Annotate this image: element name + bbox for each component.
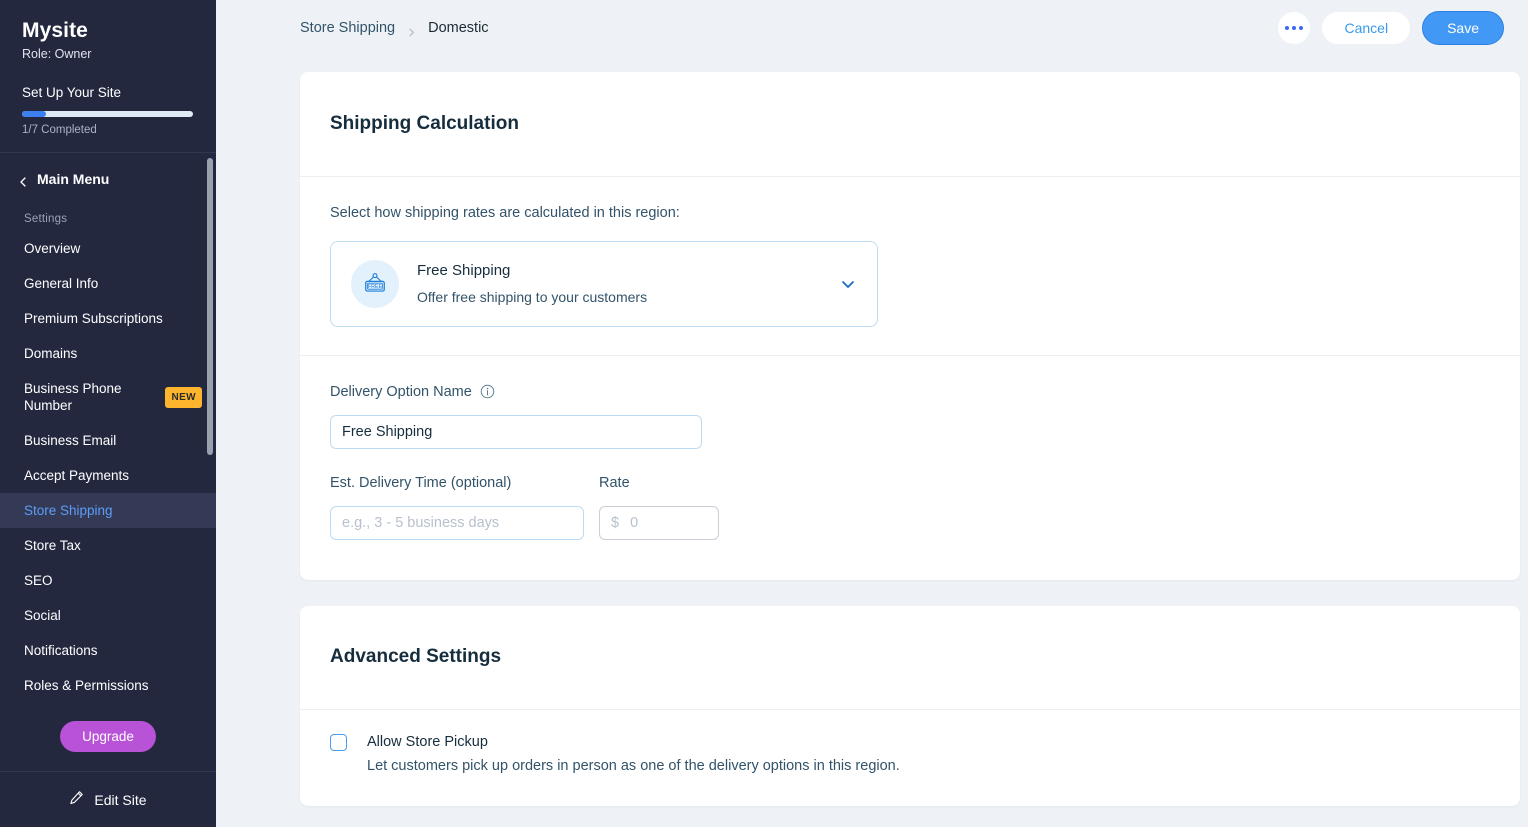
- delivery-time-input[interactable]: [330, 506, 584, 540]
- pencil-icon: [69, 790, 84, 810]
- upgrade-button[interactable]: Upgrade: [60, 721, 156, 752]
- sidebar-item-label: Store Shipping: [24, 502, 113, 519]
- sidebar-item-label: Business Phone Number: [24, 380, 157, 414]
- breadcrumb: Store Shipping Domestic: [300, 20, 489, 36]
- sidebar-item-label: Store Tax: [24, 537, 81, 554]
- shipping-calculation-body: Select how shipping rates are calculated…: [300, 177, 1520, 355]
- delivery-time-field: Est. Delivery Time (optional): [330, 473, 584, 540]
- sidebar-item-business-email[interactable]: Business Email: [0, 423, 216, 458]
- sidebar-item-label: Accept Payments: [24, 467, 129, 484]
- sidebar-item-store-shipping[interactable]: Store Shipping: [0, 493, 216, 528]
- delivery-option-name-input[interactable]: [330, 415, 702, 449]
- sidebar-item-label: Domains: [24, 345, 77, 362]
- sidebar-item-label: General Info: [24, 275, 98, 292]
- sidebar-nav-list: Overview General Info Premium Subscription…: [0, 231, 216, 703]
- allow-store-pickup-description: Let customers pick up orders in person a…: [367, 756, 1490, 776]
- setup-progress-fill: [22, 111, 46, 117]
- allow-store-pickup-texts: Allow Store Pickup Let customers pick up…: [367, 732, 1490, 776]
- sidebar-item-seo[interactable]: SEO: [0, 563, 216, 598]
- sidebar-edit-site-button[interactable]: Edit Site: [0, 771, 216, 827]
- setup-your-site-label[interactable]: Set Up Your Site: [22, 84, 194, 102]
- sidebar-item-label: SEO: [24, 572, 53, 589]
- sidebar-item-domains[interactable]: Domains: [0, 336, 216, 371]
- sidebar-item-notifications[interactable]: Notifications: [0, 633, 216, 668]
- sidebar-item-social[interactable]: Social: [0, 598, 216, 633]
- page-title: Shipping Calculation: [330, 112, 1490, 136]
- rate-value: 0: [630, 515, 638, 531]
- svg-text:FREE: FREE: [368, 283, 383, 289]
- site-role: Role: Owner: [22, 46, 194, 62]
- sidebar-item-overview[interactable]: Overview: [0, 231, 216, 266]
- ellipsis-icon: [1285, 26, 1303, 30]
- delivery-option-name-label-row: Delivery Option Name: [330, 382, 1490, 402]
- setup-progress-bar: [22, 111, 193, 117]
- delivery-option-form: Delivery Option Name Est. Delive: [300, 356, 1520, 580]
- app-root: Mysite Role: Owner Set Up Your Site 1/7 …: [0, 0, 1528, 827]
- sidebar: Mysite Role: Owner Set Up Your Site 1/7 …: [0, 0, 216, 827]
- sidebar-item-roles-permissions[interactable]: Roles & Permissions: [0, 668, 216, 703]
- shipping-calculation-card: Shipping Calculation Select how shipping…: [300, 72, 1520, 580]
- setup-progress-text: 1/7 Completed: [22, 124, 194, 136]
- sidebar-item-label: Roles & Permissions: [24, 677, 149, 694]
- chevron-left-icon: [18, 174, 28, 184]
- currency-symbol: $: [611, 515, 619, 531]
- upgrade-button-wrap: Upgrade: [0, 703, 216, 766]
- free-shipping-option-title: Free Shipping: [417, 261, 821, 281]
- cancel-button[interactable]: Cancel: [1322, 12, 1410, 44]
- shipping-calculation-header: Shipping Calculation: [300, 72, 1520, 177]
- sidebar-item-business-phone-number[interactable]: Business Phone Number NEW: [0, 371, 216, 423]
- sidebar-item-label: Notifications: [24, 642, 98, 659]
- edit-site-label: Edit Site: [94, 792, 146, 808]
- top-bar-actions: Cancel Save: [1278, 11, 1504, 45]
- more-options-button[interactable]: [1278, 12, 1310, 44]
- sidebar-item-accept-payments[interactable]: Accept Payments: [0, 458, 216, 493]
- allow-store-pickup-checkbox[interactable]: [330, 734, 347, 751]
- free-shipping-option-texts: Free Shipping Offer free shipping to you…: [417, 261, 821, 306]
- allow-store-pickup-label: Allow Store Pickup: [367, 732, 1490, 752]
- sidebar-group-label-settings: Settings: [0, 193, 216, 231]
- sidebar-item-label: Business Email: [24, 432, 116, 449]
- sidebar-item-label: Social: [24, 607, 61, 624]
- sidebar-back-to-main-menu[interactable]: Main Menu: [0, 165, 216, 193]
- sidebar-nav-scroll: Main Menu Settings Overview General Info P…: [0, 153, 216, 771]
- main-area: Store Shipping Domestic Cancel Save: [216, 0, 1528, 827]
- delivery-time-label: Est. Delivery Time (optional): [330, 473, 584, 493]
- sidebar-item-premium-subscriptions[interactable]: Premium Subscriptions: [0, 301, 216, 336]
- delivery-option-name-label: Delivery Option Name: [330, 382, 472, 402]
- advanced-settings-body: Allow Store Pickup Let customers pick up…: [300, 710, 1520, 806]
- rate-label: Rate: [599, 473, 719, 493]
- info-icon[interactable]: [480, 384, 495, 399]
- calculation-instruction: Select how shipping rates are calculated…: [330, 203, 1490, 223]
- breadcrumb-parent-link[interactable]: Store Shipping: [300, 20, 395, 36]
- advanced-settings-header: Advanced Settings: [300, 606, 1520, 711]
- sidebar-item-label: Overview: [24, 240, 80, 257]
- sidebar-header: Mysite Role: Owner Set Up Your Site 1/7 …: [0, 0, 216, 152]
- delivery-time-and-rate-row: Est. Delivery Time (optional) Rate $ 0: [330, 473, 1490, 540]
- content-scroll-area: Shipping Calculation Select how shipping…: [216, 56, 1528, 827]
- card-spacer: [300, 580, 1518, 606]
- site-title: Mysite: [22, 18, 194, 44]
- sidebar-item-badge: NEW: [165, 387, 202, 408]
- advanced-settings-title: Advanced Settings: [330, 645, 1490, 669]
- top-bar: Store Shipping Domestic Cancel Save: [216, 0, 1528, 56]
- sidebar-item-general-info[interactable]: General Info: [0, 266, 216, 301]
- chevron-down-icon[interactable]: [839, 275, 857, 293]
- sidebar-back-label: Main Menu: [37, 171, 109, 187]
- save-button[interactable]: Save: [1422, 11, 1504, 45]
- free-shipping-option-subtitle: Offer free shipping to your customers: [417, 288, 821, 306]
- advanced-settings-card: Advanced Settings Allow Store Pickup Let…: [300, 606, 1520, 807]
- sidebar-item-store-tax[interactable]: Store Tax: [0, 528, 216, 563]
- allow-store-pickup-row: Allow Store Pickup Let customers pick up…: [330, 732, 1490, 776]
- rate-field: Rate $ 0: [599, 473, 719, 540]
- chevron-right-icon: [407, 24, 416, 33]
- free-shipping-sign-icon: FREE: [351, 260, 399, 308]
- free-shipping-option-card[interactable]: FREE Free Shipping Offer free shipping t…: [330, 241, 878, 327]
- rate-input[interactable]: $ 0: [599, 506, 719, 540]
- sidebar-item-label: Premium Subscriptions: [24, 310, 163, 327]
- breadcrumb-current: Domestic: [428, 20, 488, 36]
